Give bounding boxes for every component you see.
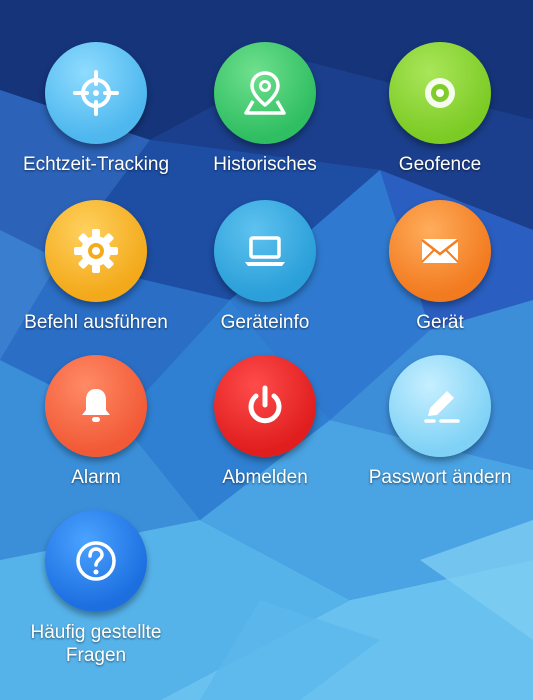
menu-item-label: Befehl ausführen — [24, 312, 168, 333]
menu-item-label: Echtzeit-Tracking — [22, 154, 170, 175]
menu-item-label: Passwort ändern — [368, 467, 512, 488]
laptop-icon — [214, 200, 316, 302]
menu-item-label: Geofence — [398, 154, 482, 175]
menu-item-label: Abmelden — [222, 467, 308, 488]
menu-item-historisches[interactable]: Historisches — [180, 42, 350, 176]
menu-item-geraet[interactable]: Gerät — [355, 200, 525, 334]
crosshair-icon — [45, 42, 147, 144]
menu-item-label: Häufig gestellte Fragen — [30, 622, 162, 666]
menu-item-echtzeit-tracking[interactable]: Echtzeit-Tracking — [11, 42, 181, 176]
menu-item-label: Historisches — [213, 154, 317, 175]
menu-item-label: Gerät — [416, 312, 464, 333]
question-icon — [45, 510, 147, 612]
bell-icon — [45, 355, 147, 457]
power-icon — [214, 355, 316, 457]
menu-item-label: Geräteinfo — [220, 312, 310, 333]
envelope-icon — [389, 200, 491, 302]
menu-item-passwort-aendern[interactable]: Passwort ändern — [355, 355, 525, 489]
menu-item-abmelden[interactable]: Abmelden — [180, 355, 350, 489]
menu-item-label: Alarm — [71, 467, 121, 488]
pencil-icon — [389, 355, 491, 457]
gear-icon — [45, 200, 147, 302]
menu-item-geraeteinfo[interactable]: Geräteinfo — [180, 200, 350, 334]
menu-item-haeufig-gestellte-fragen[interactable]: Häufig gestellte Fragen — [11, 510, 181, 667]
menu-item-geofence[interactable]: Geofence — [355, 42, 525, 176]
target-ring-icon — [389, 42, 491, 144]
map-pin-icon — [214, 42, 316, 144]
menu-item-befehl-ausfuehren[interactable]: Befehl ausführen — [11, 200, 181, 334]
menu-item-alarm[interactable]: Alarm — [11, 355, 181, 489]
